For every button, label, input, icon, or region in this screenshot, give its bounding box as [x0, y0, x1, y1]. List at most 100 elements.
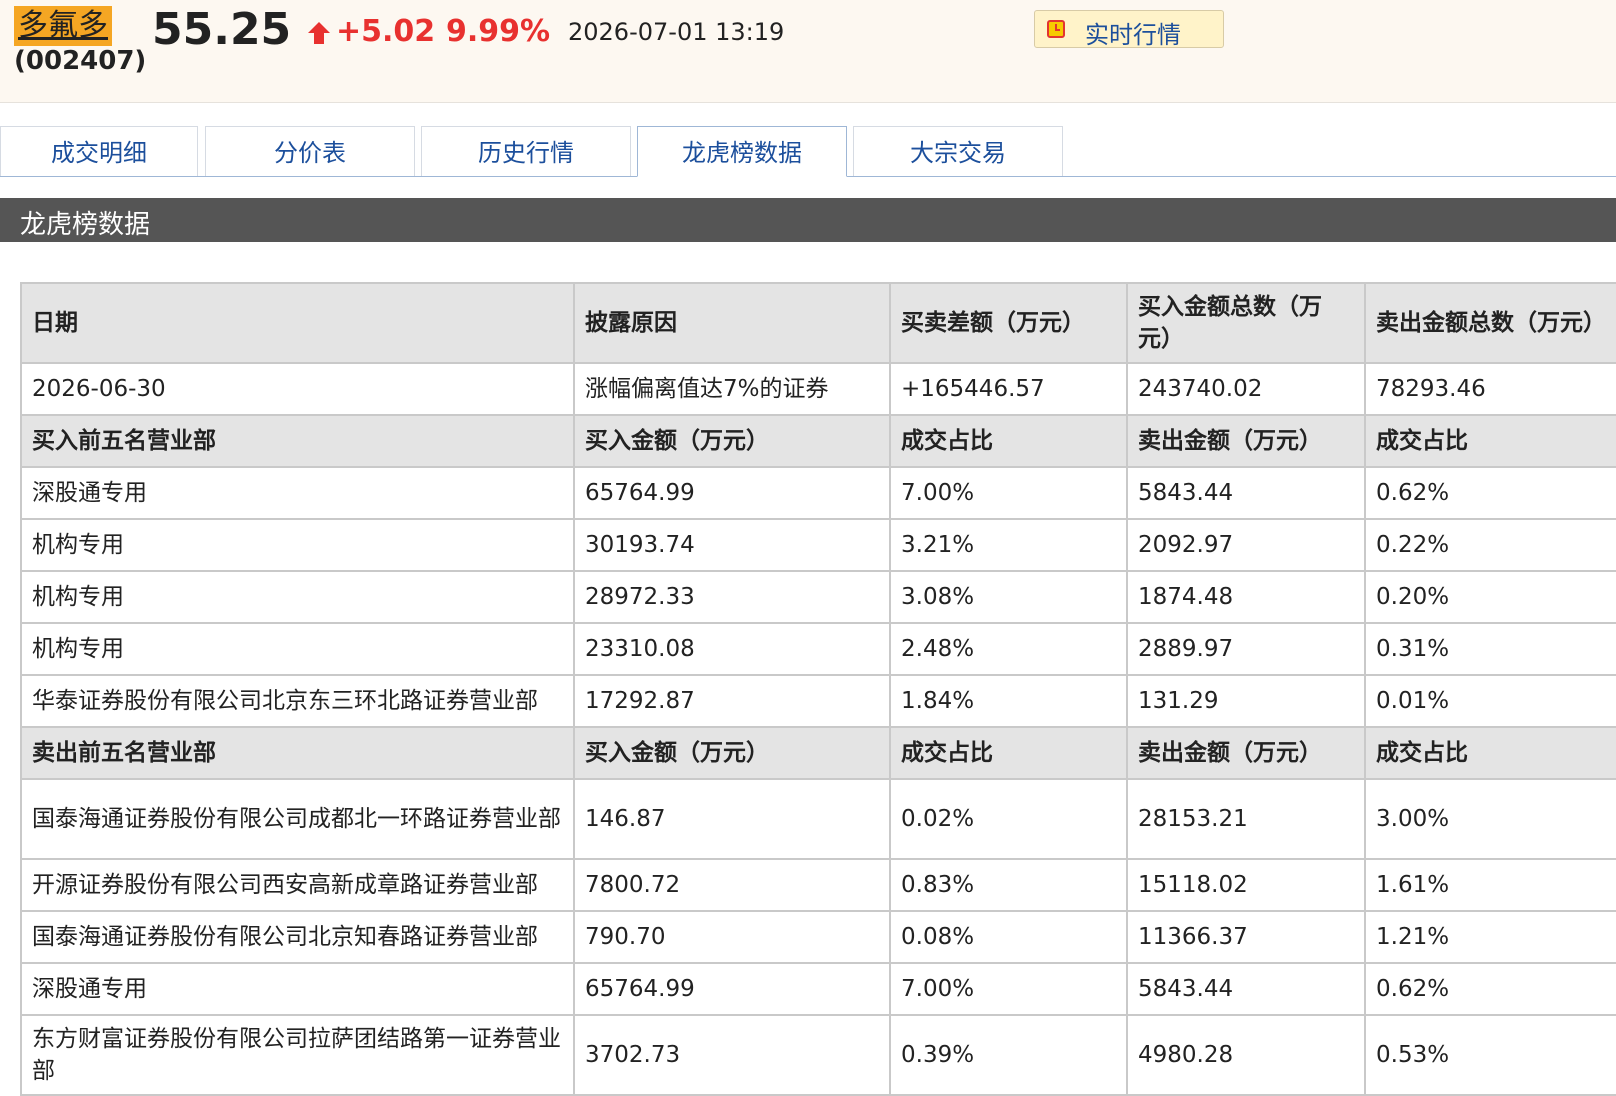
- section-header: 龙虎榜数据: [0, 198, 1616, 242]
- buy-amount: 65764.99: [573, 962, 891, 1016]
- sell-ratio: 3.00%: [1364, 778, 1616, 860]
- broker-link[interactable]: 机构专用: [20, 622, 575, 676]
- tab-history-quote[interactable]: 历史行情: [421, 126, 631, 176]
- summary-sell-total: 78293.46: [1364, 362, 1616, 416]
- realtime-quote-button[interactable]: 实时行情: [1034, 10, 1224, 49]
- broker-link[interactable]: 国泰海通证券股份有限公司成都北一环路证券营业部: [20, 778, 575, 860]
- table-row: 国泰海通证券股份有限公司成都北一环路证券营业部 146.87 0.02% 281…: [20, 778, 1616, 860]
- column-header: 卖出前五名营业部: [20, 726, 575, 780]
- price-change: +5.02: [336, 14, 436, 49]
- table-row: 深股通专用 65764.99 7.00% 5843.44 0.62%: [20, 962, 1616, 1016]
- broker-link[interactable]: 东方财富证券股份有限公司拉萨团结路第一证券营业部: [20, 1014, 575, 1096]
- buy-ratio: 2.48%: [889, 622, 1128, 676]
- sell-ratio: 1.21%: [1364, 910, 1616, 964]
- sell-amount: 2092.97: [1126, 518, 1366, 572]
- sell-amount: 15118.02: [1126, 858, 1366, 912]
- buy-amount: 17292.87: [573, 674, 891, 728]
- buy-amount: 7800.72: [573, 858, 891, 912]
- sell-amount: 1874.48: [1126, 570, 1366, 624]
- stock-name[interactable]: 多氟多: [14, 6, 112, 46]
- sell-amount: 2889.97: [1126, 622, 1366, 676]
- sell-ratio: 0.62%: [1364, 466, 1616, 520]
- column-header: 买入金额（万元）: [573, 414, 891, 468]
- buy-ratio: 3.21%: [889, 518, 1128, 572]
- column-header: 买入前五名营业部: [20, 414, 575, 468]
- column-header: 卖出金额总数（万元）: [1364, 282, 1616, 364]
- buy-ratio: 0.02%: [889, 778, 1128, 860]
- column-header: 成交占比: [1364, 726, 1616, 780]
- table-row: 开源证券股份有限公司西安高新成章路证券营业部 7800.72 0.83% 151…: [20, 858, 1616, 912]
- tab-price-table[interactable]: 分价表: [205, 126, 415, 176]
- tab-dragon-tiger[interactable]: 龙虎榜数据: [637, 126, 847, 177]
- broker-link[interactable]: 机构专用: [20, 518, 575, 572]
- broker-link[interactable]: 华泰证券股份有限公司北京东三环北路证券营业部: [20, 674, 575, 728]
- stock-price: 55.25: [152, 4, 292, 55]
- buy-ratio: 0.08%: [889, 910, 1128, 964]
- sell-ratio: 0.01%: [1364, 674, 1616, 728]
- column-header: 卖出金额（万元）: [1126, 414, 1366, 468]
- sell-ratio: 0.22%: [1364, 518, 1616, 572]
- sell-ratio: 0.53%: [1364, 1014, 1616, 1096]
- sell-amount: 28153.21: [1126, 778, 1366, 860]
- sell-ratio: 0.31%: [1364, 622, 1616, 676]
- buy-ratio: 7.00%: [889, 962, 1128, 1016]
- summary-buy-total: 243740.02: [1126, 362, 1366, 416]
- sell-ratio: 1.61%: [1364, 858, 1616, 912]
- realtime-quote-label: 实时行情: [1085, 21, 1181, 49]
- broker-link[interactable]: 开源证券股份有限公司西安高新成章路证券营业部: [20, 858, 575, 912]
- column-header: 买卖差额（万元）: [889, 282, 1128, 364]
- column-header: 日期: [20, 282, 575, 364]
- buy-ratio: 3.08%: [889, 570, 1128, 624]
- buy-ratio: 0.39%: [889, 1014, 1128, 1096]
- buy-amount: 28972.33: [573, 570, 891, 624]
- buy-amount: 146.87: [573, 778, 891, 860]
- buy-section-header: 买入前五名营业部 买入金额（万元） 成交占比 卖出金额（万元） 成交占比: [20, 414, 1616, 468]
- sell-ratio: 0.20%: [1364, 570, 1616, 624]
- broker-link[interactable]: 国泰海通证券股份有限公司北京知春路证券营业部: [20, 910, 575, 964]
- tab-block-trade[interactable]: 大宗交易: [853, 126, 1063, 176]
- table-row: 深股通专用 65764.99 7.00% 5843.44 0.62%: [20, 466, 1616, 520]
- table-header-row: 日期 披露原因 买卖差额（万元） 买入金额总数（万元） 卖出金额总数（万元）: [20, 282, 1616, 364]
- quote-datetime: 2026-07-01 13:19: [568, 18, 785, 46]
- tab-bar: 成交明细 分价表 历史行情 龙虎榜数据 大宗交易: [0, 126, 1616, 177]
- sell-amount: 5843.44: [1126, 466, 1366, 520]
- sell-section-header: 卖出前五名营业部 买入金额（万元） 成交占比 卖出金额（万元） 成交占比: [20, 726, 1616, 780]
- buy-amount: 30193.74: [573, 518, 891, 572]
- column-header: 披露原因: [573, 282, 891, 364]
- table-row: 国泰海通证券股份有限公司北京知春路证券营业部 790.70 0.08% 1136…: [20, 910, 1616, 964]
- table-row: 华泰证券股份有限公司北京东三环北路证券营业部 17292.87 1.84% 13…: [20, 674, 1616, 728]
- tab-trade-detail[interactable]: 成交明细: [0, 126, 198, 176]
- column-header: 卖出金额（万元）: [1126, 726, 1366, 780]
- buy-amount: 65764.99: [573, 466, 891, 520]
- column-header: 成交占比: [1364, 414, 1616, 468]
- column-header: 成交占比: [889, 726, 1128, 780]
- table-row: 机构专用 30193.74 3.21% 2092.97 0.22%: [20, 518, 1616, 572]
- summary-row: 2026-06-30 涨幅偏离值达7%的证券 +165446.57 243740…: [20, 362, 1616, 416]
- sell-ratio: 0.62%: [1364, 962, 1616, 1016]
- broker-link[interactable]: 深股通专用: [20, 962, 575, 1016]
- buy-ratio: 7.00%: [889, 466, 1128, 520]
- dragon-tiger-table: 日期 披露原因 买卖差额（万元） 买入金额总数（万元） 卖出金额总数（万元） 2…: [20, 282, 1616, 1096]
- summary-reason: 涨幅偏离值达7%的证券: [573, 362, 891, 416]
- table-row: 东方财富证券股份有限公司拉萨团结路第一证券营业部 3702.73 0.39% 4…: [20, 1014, 1616, 1096]
- summary-net-amount: +165446.57: [889, 362, 1128, 416]
- buy-amount: 23310.08: [573, 622, 891, 676]
- column-header: 买入金额（万元）: [573, 726, 891, 780]
- sell-amount: 131.29: [1126, 674, 1366, 728]
- price-change-percent: 9.99%: [446, 14, 551, 49]
- clock-icon: [1047, 20, 1065, 38]
- section-title: 龙虎榜数据: [20, 210, 151, 240]
- table-row: 机构专用 28972.33 3.08% 1874.48 0.20%: [20, 570, 1616, 624]
- broker-link[interactable]: 机构专用: [20, 570, 575, 624]
- stock-code: (002407): [14, 46, 147, 76]
- sell-amount: 4980.28: [1126, 1014, 1366, 1096]
- sell-amount: 11366.37: [1126, 910, 1366, 964]
- buy-amount: 790.70: [573, 910, 891, 964]
- summary-date: 2026-06-30: [20, 362, 575, 416]
- buy-ratio: 0.83%: [889, 858, 1128, 912]
- broker-link[interactable]: 深股通专用: [20, 466, 575, 520]
- column-header: 成交占比: [889, 414, 1128, 468]
- stock-header: 多氟多 (002407) 55.25 +5.02 9.99% 2026-07-0…: [0, 0, 1616, 103]
- sell-amount: 5843.44: [1126, 962, 1366, 1016]
- column-header: 买入金额总数（万元）: [1126, 282, 1366, 364]
